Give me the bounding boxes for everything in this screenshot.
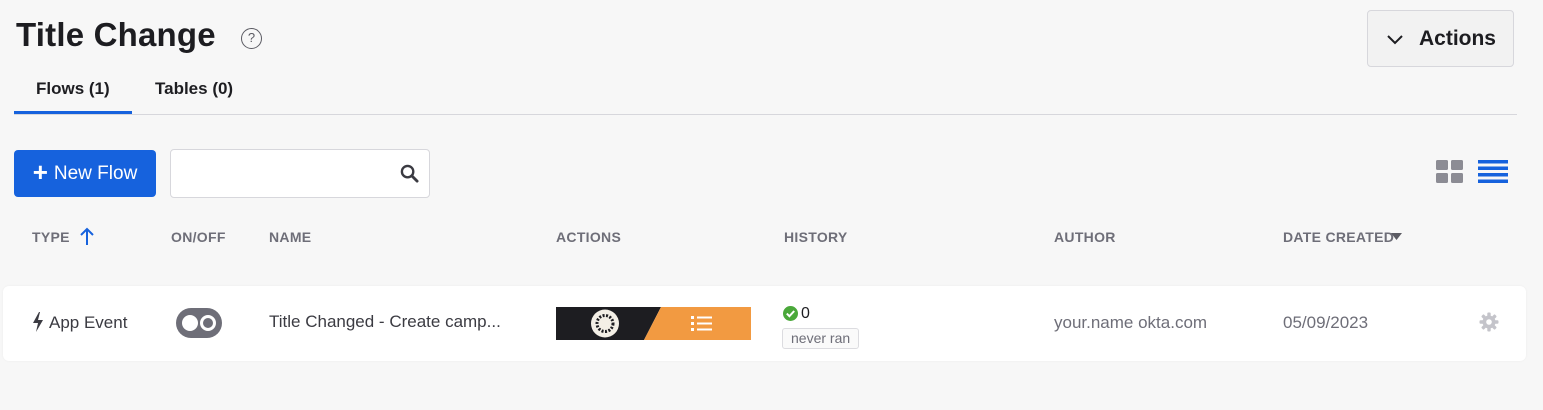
search-box bbox=[170, 149, 430, 198]
flow-actions-strip bbox=[556, 307, 751, 340]
column-header-actions: ACTIONS bbox=[556, 229, 622, 245]
flow-name-link[interactable]: Title Changed - Create camp... bbox=[269, 312, 534, 332]
check-circle-icon bbox=[783, 306, 798, 321]
flow-date-created: 05/09/2023 bbox=[1283, 313, 1369, 332]
sort-up-icon[interactable] bbox=[78, 226, 96, 246]
new-flow-label: New Flow bbox=[53, 162, 138, 184]
flow-type: App Event bbox=[49, 313, 128, 332]
column-header-date-created[interactable]: DATE CREATED bbox=[1283, 229, 1394, 245]
flows-page: Title Change ? Actions Flows (1) Tables … bbox=[0, 0, 1543, 410]
tab-tables[interactable]: Tables (0) bbox=[133, 72, 255, 114]
page-title: Title Change bbox=[16, 16, 216, 53]
search-icon[interactable] bbox=[400, 164, 419, 183]
app-logo-icon bbox=[591, 309, 619, 338]
grid-view-icon[interactable] bbox=[1436, 160, 1464, 184]
column-header-name[interactable]: NAME bbox=[269, 229, 311, 245]
flow-author: your.name okta.com bbox=[1054, 313, 1208, 332]
tab-bar: Flows (1) Tables (0) bbox=[14, 72, 1517, 115]
chevron-down-icon bbox=[1387, 34, 1403, 44]
column-header-author[interactable]: AUTHOR bbox=[1054, 229, 1116, 245]
on-off-toggle[interactable] bbox=[176, 308, 222, 338]
history-count: 0 bbox=[801, 305, 810, 322]
actions-button-label: Actions bbox=[1418, 26, 1496, 50]
column-header-history: HISTORY bbox=[784, 229, 848, 245]
search-input[interactable] bbox=[171, 150, 381, 196]
tab-flows[interactable]: Flows (1) bbox=[14, 72, 132, 114]
gear-icon[interactable] bbox=[1479, 312, 1499, 332]
actions-button[interactable]: Actions bbox=[1367, 10, 1514, 67]
new-flow-button[interactable]: + New Flow bbox=[14, 150, 156, 197]
table-row[interactable]: App Event Title Changed - Create camp... bbox=[3, 286, 1526, 361]
sort-down-icon[interactable] bbox=[1391, 233, 1402, 241]
plus-icon: + bbox=[32, 157, 48, 187]
help-icon[interactable]: ? bbox=[241, 28, 262, 49]
list-view-icon[interactable] bbox=[1478, 160, 1508, 184]
history-status-badge: never ran bbox=[782, 328, 860, 349]
column-header-type[interactable]: TYPE bbox=[32, 229, 70, 245]
bolt-icon bbox=[33, 312, 43, 332]
column-header-on-off[interactable]: ON/OFF bbox=[171, 229, 226, 245]
